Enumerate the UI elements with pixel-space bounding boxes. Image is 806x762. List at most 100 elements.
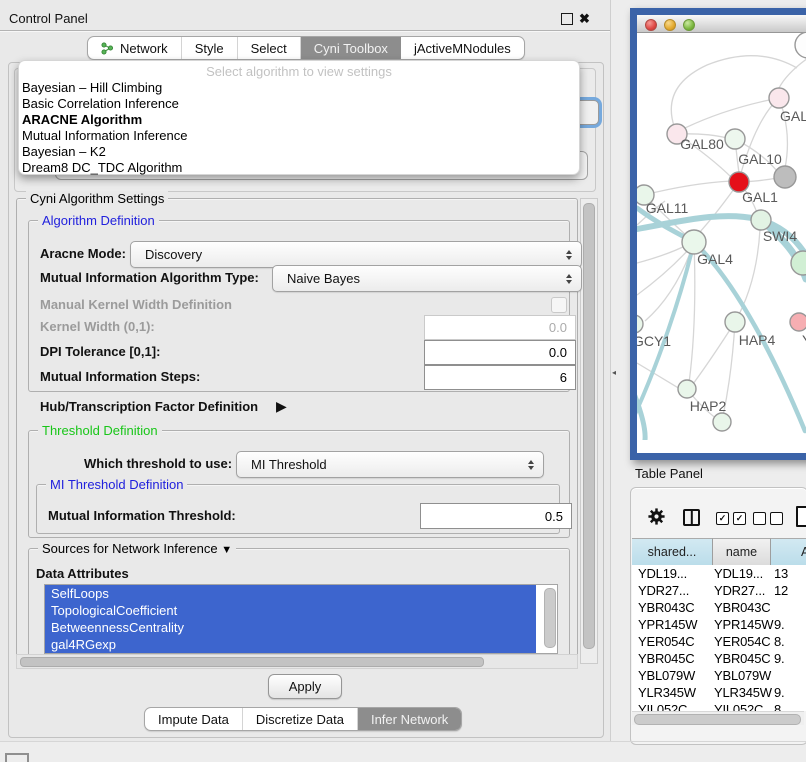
zoom-traffic-light-icon[interactable] — [683, 19, 695, 31]
float-window-icon[interactable] — [561, 13, 573, 25]
dropdown-item-basic-correlation[interactable]: Basic Correlation Inference — [22, 96, 179, 112]
dropdown-item-bayesian-k2[interactable]: Bayesian – K2 — [22, 144, 106, 160]
tab-discretize-data[interactable]: Discretize Data — [243, 708, 358, 730]
table-cell[interactable]: YBR045C — [638, 651, 694, 666]
table-cell[interactable]: YDL19... — [714, 566, 763, 581]
tab-select[interactable]: Select — [238, 37, 301, 59]
tab-impute-data[interactable]: Impute Data — [145, 708, 243, 730]
table-cell[interactable]: YPR145W — [638, 617, 697, 632]
tab-style[interactable]: Style — [182, 37, 238, 59]
tab-jactivemnodules-label: jActiveMNodules — [414, 41, 511, 56]
table-cell[interactable]: 13 — [774, 566, 788, 581]
column-header-shared-name[interactable]: shared... — [632, 538, 713, 566]
table-cell[interactable]: YER054C — [714, 634, 770, 649]
table-cell[interactable]: YIL052C — [638, 702, 687, 711]
show-columns-icon[interactable]: ✓ ✓ — [716, 512, 746, 525]
table-cell[interactable]: 12 — [774, 583, 788, 598]
node-top-right-partial[interactable] — [795, 33, 806, 58]
hub-expand-arrow-icon[interactable]: ▶ — [276, 398, 287, 415]
node-label-gal11: GAL11 — [646, 200, 689, 216]
tab-network[interactable]: Network — [88, 37, 182, 59]
table-cell[interactable]: YPR145W — [714, 617, 773, 632]
data-attributes-list[interactable]: SelfLoops TopologicalCoefficient Between… — [44, 584, 558, 654]
table-cell[interactable]: YBR043C — [714, 600, 770, 615]
kernel-width-field[interactable]: 0.0 — [424, 315, 576, 340]
table-cell[interactable]: YDR27... — [638, 583, 689, 598]
node-swi4[interactable] — [751, 210, 771, 230]
attribute-item-gal4rgexp[interactable]: gal4RGexp — [45, 636, 536, 653]
attributes-list-scrollbar[interactable] — [543, 587, 555, 649]
dropdown-item-aracne[interactable]: ARACNE Algorithm — [22, 112, 142, 128]
table-horizontal-scrollbar[interactable] — [632, 711, 804, 725]
node-gray[interactable] — [774, 166, 796, 188]
tab-infer-network[interactable]: Infer Network — [358, 708, 461, 730]
table-cell[interactable]: YBR043C — [638, 600, 694, 615]
table-cell[interactable]: YDL19... — [638, 566, 687, 581]
attributes-scroll-thumb[interactable] — [544, 588, 556, 648]
close-icon[interactable]: ✖ — [579, 11, 590, 27]
aracne-mode-combo[interactable]: Discovery — [130, 241, 582, 268]
close-traffic-light-icon[interactable] — [645, 19, 657, 31]
network-window-titlebar[interactable] — [637, 15, 806, 33]
settings-vertical-scrollbar[interactable] — [580, 198, 598, 664]
table-cell[interactable]: 8. — [774, 634, 784, 649]
mi-type-combo[interactable]: Naive Bayes — [272, 265, 582, 292]
attribute-item-selfloops[interactable]: SelfLoops — [45, 585, 536, 602]
node-bottom-partial[interactable] — [713, 413, 731, 431]
settings-horizontal-scrollbar[interactable] — [16, 654, 578, 669]
dropdown-item-mutual-information[interactable]: Mutual Information Inference — [22, 128, 187, 144]
node-y-partial[interactable] — [790, 313, 806, 331]
dropdown-item-bayesian-hill-climbing[interactable]: Bayesian – Hill Climbing — [22, 80, 162, 96]
tab-jactivemnodules[interactable]: jActiveMNodules — [401, 37, 524, 59]
combo-spinner-icon — [566, 250, 572, 260]
node-gal-partial[interactable] — [769, 88, 789, 108]
settings-vscroll-thumb[interactable] — [583, 203, 595, 649]
tab-cyni-toolbox[interactable]: Cyni Toolbox — [301, 37, 401, 59]
table-cell[interactable]: YIL052C — [714, 702, 763, 711]
dpi-tolerance-field[interactable]: 0.0 — [424, 340, 576, 365]
table-cell[interactable]: YER054C — [638, 634, 694, 649]
attribute-item-topologicalcoefficient[interactable]: TopologicalCoefficient — [45, 602, 536, 619]
node-hap4[interactable] — [725, 312, 745, 332]
table-cell[interactable]: YDR27... — [714, 583, 765, 598]
which-threshold-combo[interactable]: MI Threshold — [236, 451, 544, 478]
checkbox-unchecked-icon — [770, 512, 783, 525]
column-header-partial[interactable]: A — [771, 538, 806, 566]
cyni-algorithm-settings-title: Cyni Algorithm Settings — [26, 191, 168, 206]
algorithm-dropdown-placeholder: Select algorithm to view settings — [19, 64, 579, 79]
apply-button[interactable]: Apply — [268, 674, 342, 699]
manual-kernel-checkbox[interactable] — [551, 297, 567, 313]
table-rows[interactable]: YDL19... YDL19... 13 YDR27... YDR27... 12 YB… — [632, 565, 806, 711]
table-cell[interactable]: 9. — [774, 685, 784, 700]
table-cell[interactable]: YBL079W — [638, 668, 695, 683]
gear-icon[interactable] — [647, 507, 666, 526]
table-cell[interactable]: YLR345W — [714, 685, 772, 700]
network-canvas[interactable]: GAL GAL80 GAL10 GAL1 GAL11 SWI4 GAL4 GCY… — [637, 33, 806, 440]
document-icon[interactable] — [796, 506, 806, 527]
table-cell[interactable]: 9. — [774, 651, 784, 666]
hub-definition-label[interactable]: Hub/Transcription Factor Definition — [40, 399, 258, 414]
settings-hscroll-thumb[interactable] — [20, 657, 484, 667]
minimized-panel-icon[interactable] — [5, 753, 29, 762]
hide-columns-icon[interactable] — [753, 512, 783, 525]
table-cell[interactable]: YBR045C — [714, 651, 770, 666]
aracne-mode-value: Discovery — [145, 247, 202, 262]
table-cell[interactable]: 9. — [774, 617, 784, 632]
node-gal10[interactable] — [725, 129, 745, 149]
node-hap2[interactable] — [678, 380, 696, 398]
table-cell[interactable]: YBL079W — [714, 668, 771, 683]
mi-type-label: Mutual Information Algorithm Type: — [40, 270, 259, 285]
mi-threshold-field[interactable]: 0.5 — [420, 503, 572, 529]
sources-collapse-arrow-icon[interactable]: ▼ — [221, 544, 232, 556]
dropdown-item-dream8[interactable]: Dream8 DC_TDC Algorithm — [22, 160, 182, 176]
column-header-name[interactable]: name — [713, 538, 771, 566]
node-gcy1[interactable] — [637, 315, 643, 333]
mi-steps-field[interactable]: 6 — [424, 365, 576, 390]
split-columns-icon[interactable] — [683, 509, 700, 526]
sources-group-title[interactable]: Sources for Network Inference ▼ — [38, 541, 236, 556]
table-cell[interactable]: YLR345W — [638, 685, 696, 700]
minimize-traffic-light-icon[interactable] — [664, 19, 676, 31]
attribute-item-betweennesscentrality[interactable]: BetweennessCentrality — [45, 619, 536, 636]
table-cell[interactable]: 8. — [774, 702, 784, 711]
table-hscroll-thumb[interactable] — [634, 714, 801, 725]
